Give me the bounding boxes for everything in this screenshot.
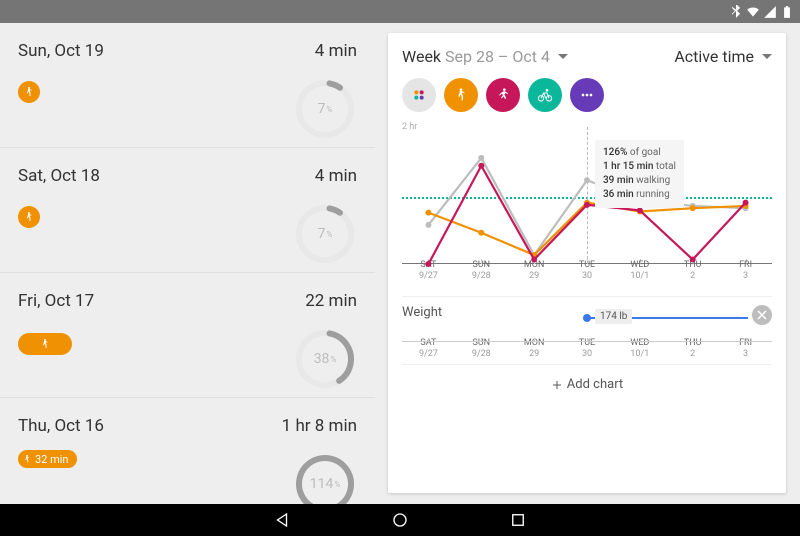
walk-pill-label: 32 min (18, 450, 77, 468)
day-minutes: 4 min (315, 166, 357, 186)
day-list[interactable]: Sun, Oct 19 4 min 7% Sat, Oct 18 4 min 7% Fri,… (0, 23, 375, 504)
plus-icon (551, 379, 563, 391)
android-status-bar (0, 0, 800, 23)
battery-icon (780, 5, 794, 19)
metric-selector[interactable]: Active time (674, 47, 754, 66)
day-minutes: 22 min (305, 291, 357, 311)
weight-value: 174 lb (595, 309, 632, 324)
weight-close-button[interactable] (752, 305, 772, 325)
chip-walk[interactable] (444, 78, 478, 112)
progress-ring: 114% (293, 452, 357, 504)
day-date: Sat, Oct 18 (18, 166, 100, 186)
add-chart-button[interactable]: Add chart (402, 364, 772, 404)
chip-more[interactable] (570, 78, 604, 112)
activity-chips (402, 78, 772, 112)
nav-home-icon[interactable] (391, 511, 409, 529)
cell-signal-icon (763, 5, 777, 19)
walk-pill (18, 333, 72, 355)
day-item[interactable]: Fri, Oct 17 22 min 38% (0, 273, 375, 398)
day-item[interactable]: Thu, Oct 16 1 hr 8 min 32 min 114% (0, 398, 375, 504)
walk-icon (18, 81, 40, 103)
chip-bike[interactable] (528, 78, 562, 112)
day-minutes: 1 hr 8 min (282, 416, 357, 436)
nav-back-icon[interactable] (273, 511, 291, 529)
progress-ring: 7% (293, 202, 357, 266)
progress-ring: 7% (293, 77, 357, 141)
bluetooth-icon (729, 5, 743, 19)
chip-run[interactable] (486, 78, 520, 112)
day-item[interactable]: Sat, Oct 18 4 min 7% (0, 148, 375, 273)
metric-dropdown-icon[interactable] (762, 47, 772, 66)
day-minutes: 4 min (315, 41, 357, 61)
walk-icon (18, 206, 40, 228)
wifi-icon (746, 5, 760, 19)
weight-chart[interactable]: Weight 174 lbSAT9/27SUN9/28MON29TUE30WED… (402, 296, 772, 360)
week-dropdown-icon[interactable] (558, 47, 568, 66)
activity-chart[interactable]: 2 hr SAT9/27SUN9/28MON29TUE30WED10/1THU2… (402, 122, 772, 282)
week-selector[interactable]: Week (402, 47, 441, 66)
day-date: Thu, Oct 16 (18, 416, 104, 436)
chip-all[interactable] (402, 78, 436, 112)
day-item[interactable]: Sun, Oct 19 4 min 7% (0, 23, 375, 148)
week-range: Sep 28 – Oct 4 (445, 47, 550, 66)
progress-ring: 38% (293, 327, 357, 391)
day-date: Fri, Oct 17 (18, 291, 94, 311)
nav-recent-icon[interactable] (509, 511, 527, 529)
android-nav-bar (0, 504, 800, 536)
chart-tooltip: 126% of goal1 hr 15 min total39 min walk… (595, 140, 684, 208)
day-date: Sun, Oct 19 (18, 41, 104, 61)
chart-card: Week Sep 28 – Oct 4 Active time 2 hr SAT… (388, 33, 786, 493)
